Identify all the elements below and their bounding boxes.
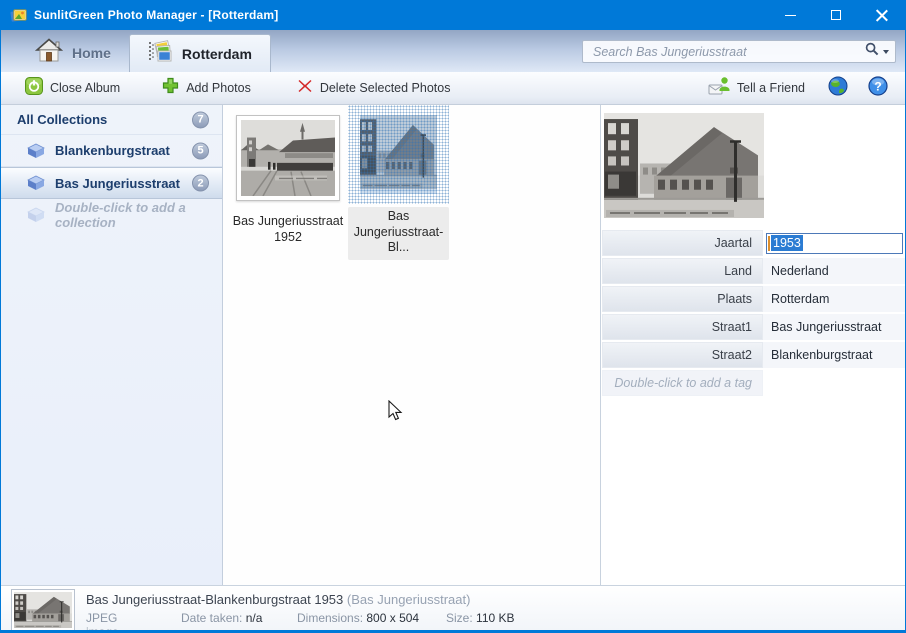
tag-value: Bas Jungeriusstraat: [763, 314, 905, 340]
photo-preview-image: [604, 113, 764, 223]
date-taken-label: Date taken:: [181, 611, 242, 625]
tab-home-label: Home: [72, 45, 111, 61]
add-collection-hint[interactable]: Double-click to add a collection: [1, 199, 222, 231]
sidebar-item-blankenburgstraat[interactable]: Blankenburgstraat 5: [1, 135, 222, 167]
plus-icon: [162, 77, 179, 99]
tag-row-jaartal[interactable]: Jaartal 1953: [602, 230, 905, 256]
app-logo-icon: [10, 7, 27, 23]
tag-row-straat1[interactable]: Straat1 Bas Jungeriusstraat: [602, 314, 905, 340]
photo-thumbnail-1952[interactable]: Bas Jungeriusstraat 1952: [229, 115, 347, 245]
photo-1952-label: Bas Jungeriusstraat 1952: [229, 214, 347, 245]
minimize-icon: [785, 15, 796, 16]
status-format: JPEG image: [86, 611, 119, 633]
photo-grid: Bas Jungeriusstraat 1952 Bas Jungeriusst…: [223, 105, 601, 585]
sidebar-item-all-collections[interactable]: All Collections 7: [1, 105, 222, 135]
search-input[interactable]: [593, 45, 865, 59]
tag-row-straat2[interactable]: Straat2 Blankenburgstraat: [602, 342, 905, 368]
tag-value: Nederland: [763, 258, 905, 284]
power-icon: [25, 77, 43, 100]
add-tag-hint-label: Double-click to add a tag: [602, 370, 763, 396]
dimensions-value: 800 x 504: [366, 611, 419, 625]
tell-a-friend-icon: [708, 76, 730, 100]
collection-icon: [27, 175, 45, 191]
tag-value: Blankenburgstraat: [763, 342, 905, 368]
tell-a-friend-button[interactable]: Tell a Friend: [698, 72, 815, 104]
tag-value: Rotterdam: [763, 286, 905, 312]
status-thumbnail-image: [11, 589, 75, 631]
search-dropdown-arrow[interactable]: [883, 50, 889, 54]
tag-row-plaats[interactable]: Plaats Rotterdam: [602, 286, 905, 312]
close-album-button[interactable]: Close Album: [15, 73, 130, 104]
count-badge: 5: [192, 142, 209, 159]
help-icon: ?: [868, 76, 888, 101]
selection-overlay: [348, 105, 449, 204]
dimensions-label: Dimensions:: [297, 611, 363, 625]
status-bar: Bas Jungeriusstraat-Blankenburgstraat 19…: [1, 585, 905, 630]
delete-selected-photos-label: Delete Selected Photos: [320, 81, 451, 95]
tag-value-input[interactable]: 1953: [766, 233, 903, 254]
album-icon: [148, 39, 173, 68]
tag-table: Jaartal 1953 Land Nederland Plaats Rotte…: [602, 230, 905, 398]
toolbar: Close Album Add Photos Delete Selected P…: [1, 72, 905, 105]
delete-x-icon: [297, 78, 313, 99]
edit-caret: [768, 236, 770, 251]
tag-name: Plaats: [602, 286, 763, 312]
title-bar: SunlitGreen Photo Manager - [Rotterdam]: [1, 0, 905, 30]
close-album-label: Close Album: [50, 81, 120, 95]
tag-name: Jaartal: [602, 230, 763, 256]
count-badge: 2: [192, 175, 209, 192]
photo-1953-label: Bas Jungeriusstraat-Bl...: [348, 207, 449, 260]
tab-rotterdam[interactable]: Rotterdam: [129, 34, 271, 72]
mouse-cursor: [388, 400, 403, 427]
maximize-button[interactable]: [813, 0, 859, 30]
photo-thumbnail-1953-selected[interactable]: Bas Jungeriusstraat-Bl...: [348, 105, 449, 260]
tag-row-land[interactable]: Land Nederland: [602, 258, 905, 284]
globe-icon: [828, 76, 848, 101]
add-collection-hint-label: Double-click to add a collection: [55, 200, 222, 230]
add-photos-button[interactable]: Add Photos: [152, 73, 261, 103]
delete-selected-photos-button[interactable]: Delete Selected Photos: [287, 74, 461, 103]
collection-icon-faded: [27, 207, 45, 223]
selected-text: 1953: [771, 235, 803, 251]
close-button[interactable]: [859, 0, 905, 30]
tab-rotterdam-label: Rotterdam: [182, 46, 252, 62]
add-tag-hint-row[interactable]: Double-click to add a tag: [602, 370, 905, 396]
size-label: Size:: [446, 611, 473, 625]
window-title: SunlitGreen Photo Manager - [Rotterdam]: [34, 8, 278, 22]
photo-details-panel: Jaartal 1953 Land Nederland Plaats Rotte…: [601, 105, 905, 585]
collections-sidebar: All Collections 7 Blankenburgstraat 5: [1, 105, 223, 585]
home-icon: [35, 38, 63, 68]
help-button[interactable]: ?: [861, 72, 895, 105]
web-button[interactable]: [821, 72, 855, 105]
tab-bar: Home Rotterdam: [1, 30, 905, 72]
close-icon: [876, 9, 888, 21]
svg-text:?: ?: [874, 79, 881, 93]
sidebar-item-bas-jungeriusstraat[interactable]: Bas Jungeriusstraat 2: [1, 167, 222, 199]
minimize-button[interactable]: [767, 0, 813, 30]
photo-1952-image: [236, 115, 340, 201]
all-collections-label: All Collections: [17, 112, 107, 127]
search-icon[interactable]: [865, 42, 879, 61]
status-collection-name: (Bas Jungeriusstraat): [347, 592, 471, 607]
collection-label: Blankenburgstraat: [55, 143, 170, 158]
tell-a-friend-label: Tell a Friend: [737, 81, 805, 95]
date-taken-value: n/a: [246, 611, 263, 625]
search-box: [582, 40, 896, 63]
tag-name: Land: [602, 258, 763, 284]
status-photo-title: Bas Jungeriusstraat-Blankenburgstraat 19…: [86, 592, 470, 607]
app-window: SunlitGreen Photo Manager - [Rotterdam] …: [0, 0, 906, 633]
collection-label: Bas Jungeriusstraat: [55, 176, 180, 191]
size-value: 110 KB: [476, 611, 514, 625]
collection-icon: [27, 143, 45, 159]
window-controls: [767, 0, 905, 30]
tag-name: Straat1: [602, 314, 763, 340]
maximize-icon: [831, 10, 841, 20]
count-badge: 7: [192, 111, 209, 128]
add-photos-label: Add Photos: [186, 81, 251, 95]
tab-home[interactable]: Home: [17, 34, 129, 72]
tag-name: Straat2: [602, 342, 763, 368]
